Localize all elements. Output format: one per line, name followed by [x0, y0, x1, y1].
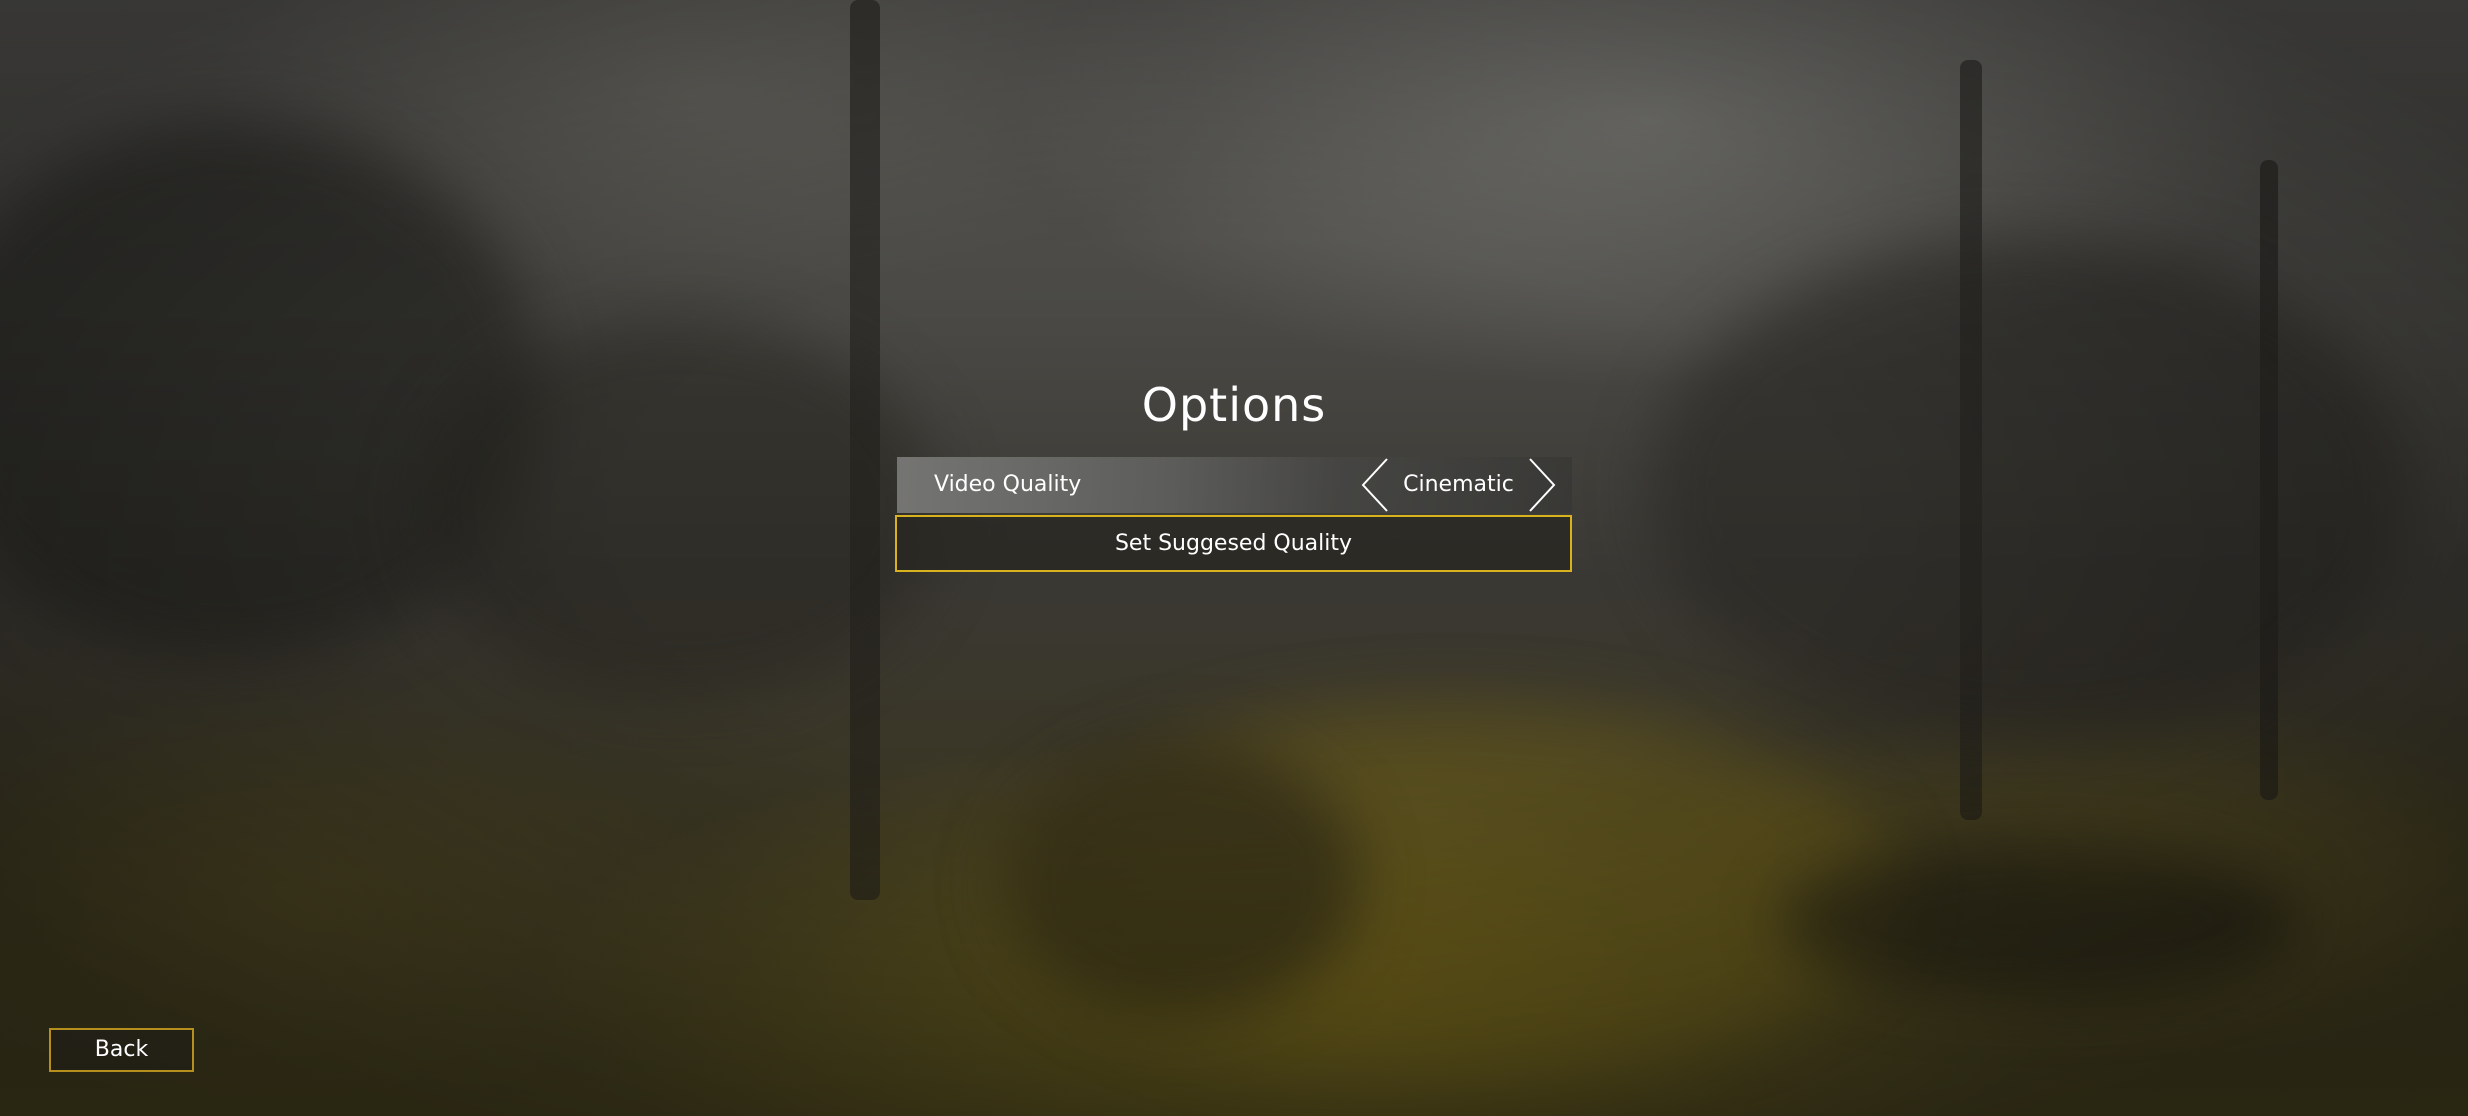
set-suggested-quality-button[interactable]: Set Suggesed Quality [895, 515, 1572, 572]
video-quality-selector: Video Quality Cinematic [897, 457, 1572, 513]
video-quality-value: Cinematic [1403, 472, 1514, 497]
back-button[interactable]: Back [49, 1028, 194, 1072]
page-title: Options [1141, 378, 1327, 432]
chevron-right-icon[interactable] [1526, 457, 1558, 513]
video-quality-label: Video Quality [934, 472, 1082, 497]
chevron-left-icon[interactable] [1359, 457, 1391, 513]
